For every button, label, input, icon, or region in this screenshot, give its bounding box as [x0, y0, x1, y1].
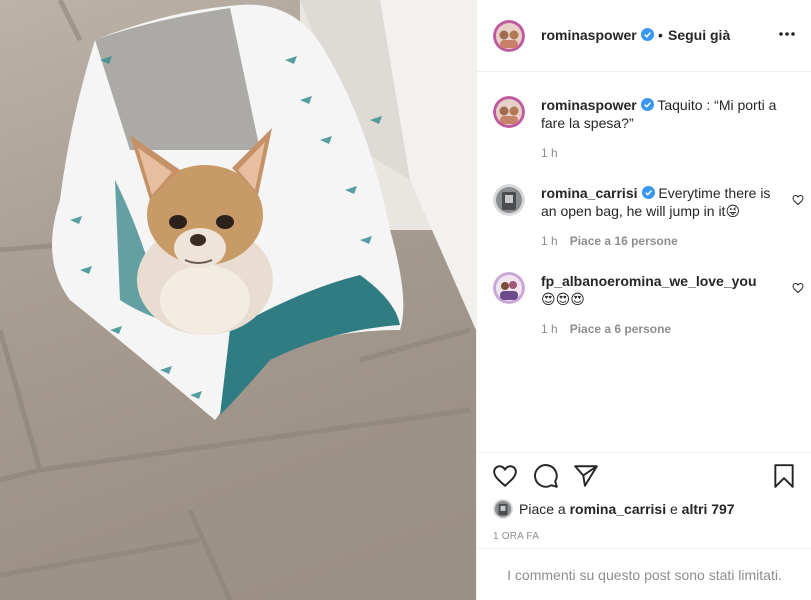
follow-separator: • — [658, 27, 663, 43]
post-timestamp[interactable]: 1 ORA FA — [493, 531, 539, 542]
more-horizontal-icon[interactable] — [777, 24, 797, 44]
author-username[interactable]: rominaspower — [541, 27, 654, 43]
comment-likes-count[interactable]: Piace a 16 persone — [570, 234, 678, 248]
caption-time[interactable]: 1 h — [541, 146, 558, 160]
likes-summary: Piace a romina_carrisi e altri 797 — [493, 499, 735, 519]
author-avatar[interactable] — [493, 20, 525, 52]
liker-avatar[interactable] — [493, 499, 513, 519]
likes-user[interactable]: romina_carrisi — [570, 501, 667, 517]
comment-time[interactable]: 1 h — [541, 322, 558, 336]
commenter-avatar[interactable] — [493, 272, 525, 304]
comment-meta: 1 h Piace a 6 persone — [541, 322, 683, 336]
dog-in-bag-image — [0, 0, 476, 600]
comment-likes-count[interactable]: Piace a 6 persone — [570, 322, 671, 336]
paper-plane-icon[interactable] — [573, 463, 599, 489]
author-username-text[interactable]: rominaspower — [541, 27, 637, 43]
post-actions: Piace a romina_carrisi e altri 797 1 ORA… — [477, 452, 811, 548]
comments-section[interactable]: rominaspower Taquito : “Mi porti a fare … — [477, 72, 811, 452]
following-button[interactable]: Segui già — [668, 27, 730, 43]
comment-username[interactable]: romina_carrisi — [541, 185, 638, 201]
caption-body: rominaspower Taquito : “Mi porti a fare … — [541, 96, 781, 132]
caption-author-avatar[interactable] — [493, 96, 525, 128]
bookmark-icon[interactable] — [771, 463, 797, 489]
verified-badge-icon — [641, 186, 655, 199]
verified-badge-icon — [640, 98, 654, 111]
comment-text: 😍😍😍 — [541, 291, 585, 307]
post-header: rominaspower • Segui già — [477, 0, 811, 72]
post-photo[interactable] — [0, 0, 476, 600]
comment-like-heart-icon[interactable] — [792, 194, 804, 206]
comments-limited-notice: I commenti su questo post sono stati lim… — [477, 548, 811, 600]
verified-badge-icon — [640, 28, 654, 41]
comment-time[interactable]: 1 h — [541, 234, 558, 248]
heart-icon[interactable] — [492, 463, 518, 489]
caption-username[interactable]: rominaspower — [541, 97, 637, 113]
likes-prefix: Piace a — [519, 501, 566, 517]
comment-body: fp_albanoeromina_we_love_you 😍😍😍 — [541, 272, 781, 308]
comment-username[interactable]: fp_albanoeromina_we_love_you — [541, 273, 757, 289]
likes-connector: e — [669, 501, 678, 517]
post-detail-panel: rominaspower • Segui già rominaspower Ta… — [476, 0, 811, 600]
comment-body: romina_carrisi Everytime there is an ope… — [541, 184, 781, 220]
comment-meta: 1 h Piace a 16 persone — [541, 234, 690, 248]
comment-like-heart-icon[interactable] — [792, 282, 804, 294]
post-caption: rominaspower Taquito : “Mi porti a fare … — [493, 96, 798, 166]
comment-icon[interactable] — [533, 463, 559, 489]
caption-meta: 1 h — [541, 146, 570, 160]
commenter-avatar[interactable] — [493, 184, 525, 216]
likes-others[interactable]: altri 797 — [682, 501, 735, 517]
comment-item: romina_carrisi Everytime there is an ope… — [493, 184, 804, 264]
comment-item: fp_albanoeromina_we_love_you 😍😍😍 1 h Piac… — [493, 272, 804, 352]
